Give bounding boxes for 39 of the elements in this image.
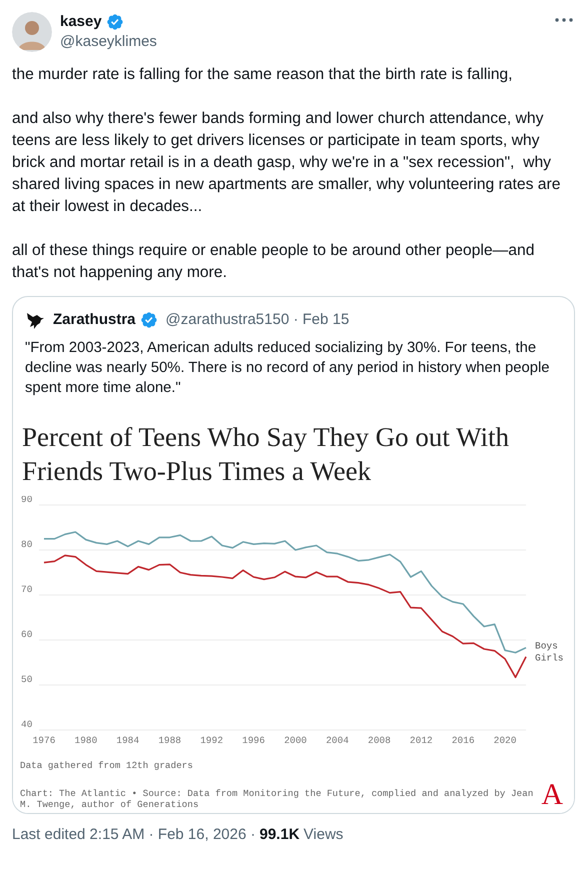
x-tick-label: 1992	[200, 734, 224, 746]
quote-author-name[interactable]: Zarathustra	[53, 309, 136, 332]
chart-source: Chart: The Atlantic • Source: Data from Monitoring the Future, complied and analyzed by Jean M. Twenge, author of Generations	[20, 788, 534, 810]
x-tick-label: 1996	[242, 734, 265, 746]
tweet-text: all of these things require or enable people to be around other people—and that's not happening any more.	[12, 241, 536, 283]
quote-meta: @zarathustra5150 · Feb 15	[166, 310, 350, 330]
author-name[interactable]: kasey	[60, 12, 102, 32]
publication-logo: A	[541, 780, 563, 810]
x-tick-label: 1980	[74, 734, 98, 746]
avatar[interactable]	[12, 12, 52, 52]
bird-icon	[25, 310, 45, 330]
x-tick-label: 2004	[326, 734, 349, 746]
y-tick-label: 50	[21, 674, 32, 684]
x-tick-label: 1984	[116, 734, 140, 746]
tweet-text: the murder rate is falling for the same reason that the birth rate is falling,	[12, 65, 514, 85]
y-tick-label: 40	[21, 718, 32, 730]
views-count: 99.1K	[260, 825, 300, 846]
quote-card[interactable]	[12, 296, 575, 814]
x-tick-label: 1976	[32, 734, 56, 746]
more-icon[interactable]	[555, 18, 573, 22]
x-tick-label: 2012	[410, 734, 433, 746]
chart-note: Data gathered from 12th graders	[19, 758, 194, 772]
series-label: Girls	[535, 652, 564, 664]
y-tick-label: 80	[21, 538, 32, 550]
author-handle[interactable]: @kaseyklimes	[60, 32, 157, 52]
x-tick-label: 2000	[284, 734, 307, 746]
tweet-text: and also why there's fewer bands forming and lower church attendance, why teens are less likely to get drivers licenses or participate in team sports, why brick and mortar retail is in a death gasp, why we're in a "sex recession", why shared living spaces in new apartments are smaller, why volunteering rates are at their lowest in decades...	[12, 109, 562, 217]
quote-text: "From 2003-2023, American adults reduced socializing by 30%. For teens, the decline was nearly 50%. There is no record of any period in history when people spent more time alone."	[24, 338, 550, 398]
chart-title: Percent of Teens Who Say They Go out With Friends Two-Plus Times a Week	[21, 420, 510, 488]
x-tick-label: 2016	[452, 734, 475, 746]
views-label: Views	[304, 825, 344, 846]
y-tick-label: 70	[21, 584, 32, 594]
x-tick-label: 1988	[158, 734, 182, 746]
series-label: Boys	[535, 640, 558, 652]
x-tick-label: 2008	[368, 734, 391, 746]
x-tick-label: 2020	[494, 734, 516, 746]
y-tick-label: 60	[21, 628, 32, 640]
y-tick-label: 90	[21, 496, 32, 504]
edited-timestamp[interactable]: Last edited 2:15 AM · Feb 16, 2026 ·	[12, 824, 256, 847]
